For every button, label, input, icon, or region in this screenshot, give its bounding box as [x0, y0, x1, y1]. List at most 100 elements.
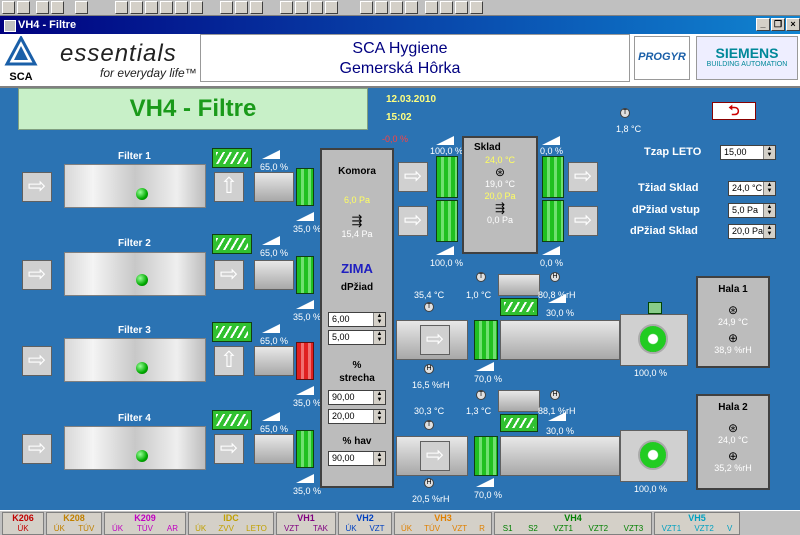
- minimize-button[interactable]: _: [756, 18, 770, 31]
- restore-button[interactable]: ❐: [771, 18, 785, 31]
- toolbar-button-25[interactable]: [455, 1, 468, 14]
- line1-rh-sensor-icon: H: [424, 364, 434, 374]
- spinner-arrows-icon[interactable]: ▲ ▼: [763, 146, 775, 159]
- nav-sub-button[interactable]: TAK: [313, 524, 328, 534]
- nav-sub-button[interactable]: VZT2: [589, 524, 609, 534]
- filter-4-top-damper[interactable]: [212, 410, 252, 430]
- toolbar-button-12[interactable]: [220, 1, 233, 14]
- toolbar-button-14[interactable]: [250, 1, 263, 14]
- nav-sub-button[interactable]: VZT: [369, 524, 384, 534]
- toolbar-button-18[interactable]: [325, 1, 338, 14]
- sklad-damper-right-bottom[interactable]: [542, 200, 564, 242]
- toolbar-button-22[interactable]: [405, 1, 418, 14]
- sklad-damper-left-bottom[interactable]: [436, 200, 458, 242]
- toolbar-button-20[interactable]: [375, 1, 388, 14]
- nav-sub-button[interactable]: TÚV: [78, 524, 94, 534]
- komora-dp1-spinner[interactable]: 6,00 ▲ ▼: [328, 312, 386, 327]
- nav-sub-button[interactable]: VZT1: [553, 524, 573, 534]
- nav-sub-button[interactable]: ÚK: [17, 524, 28, 534]
- komora-dp2-spinner[interactable]: 5,00 ▲ ▼: [328, 330, 386, 345]
- filter-2-status-icon: [136, 274, 148, 286]
- toolbar-button-10[interactable]: [175, 1, 188, 14]
- nav-group-title[interactable]: K209: [105, 513, 185, 524]
- back-button[interactable]: ⮌: [712, 102, 756, 120]
- nav-sub-button[interactable]: VZT: [284, 524, 299, 534]
- nav-sub-button[interactable]: ÚK: [401, 524, 412, 534]
- nav-group-title[interactable]: VH2: [339, 513, 391, 524]
- setting-4-spinner[interactable]: 20,0 Pa ▲ ▼: [728, 224, 776, 239]
- sklad-damper-left-top[interactable]: [436, 156, 458, 198]
- toolbar-button-24[interactable]: [440, 1, 453, 14]
- komora-roof2-spinner[interactable]: 20,00 ▲ ▼: [328, 409, 386, 424]
- toolbar-button-13[interactable]: [235, 1, 248, 14]
- toolbar-button-7[interactable]: [130, 1, 143, 14]
- toolbar-button-15[interactable]: [280, 1, 293, 14]
- komora-hav-spinner[interactable]: 90,00 ▲ ▼: [328, 451, 386, 466]
- filter-3-top-damper[interactable]: [212, 322, 252, 342]
- spinner-arrows-icon[interactable]: ▲ ▼: [373, 410, 385, 423]
- nav-sub-button[interactable]: ÚK: [112, 524, 123, 534]
- toolbar-button-6[interactable]: [115, 1, 128, 14]
- nav-sub-button[interactable]: AR: [167, 524, 178, 534]
- line1-filter-element: [474, 320, 498, 360]
- nav-sub-button[interactable]: V: [727, 524, 732, 534]
- nav-sub-button[interactable]: VZT: [452, 524, 467, 534]
- spinner-arrows-icon[interactable]: ▲ ▼: [763, 204, 775, 217]
- spinner-arrows-icon[interactable]: ▲ ▼: [763, 182, 775, 195]
- toolbar-button-9[interactable]: [160, 1, 173, 14]
- toolbar-button-26[interactable]: [470, 1, 483, 14]
- line2-top-damper[interactable]: [500, 414, 538, 432]
- nav-sub-button[interactable]: ÚK: [54, 524, 65, 534]
- setting-3-spinner[interactable]: 5,0 Pa ▲ ▼: [728, 203, 776, 218]
- spinner-arrows-icon[interactable]: ▲ ▼: [373, 391, 385, 404]
- filter-1-top-damper[interactable]: [212, 148, 252, 168]
- line1-top-damper[interactable]: [500, 298, 538, 316]
- spinner-arrows-icon[interactable]: ▲ ▼: [373, 452, 385, 465]
- nav-sub-button[interactable]: ÚK: [195, 524, 206, 534]
- toolbar-button-17[interactable]: [310, 1, 323, 14]
- nav-sub-button[interactable]: S2: [528, 524, 538, 534]
- nav-group-title[interactable]: VH5: [655, 513, 739, 524]
- sklad-right-top-gauge-icon: [542, 136, 560, 145]
- nav-sub-button[interactable]: VZT1: [662, 524, 682, 534]
- nav-group-title[interactable]: VH1: [277, 513, 335, 524]
- spinner-arrows-icon[interactable]: ▲ ▼: [763, 225, 775, 238]
- filter-2-top-damper[interactable]: [212, 234, 252, 254]
- close-button[interactable]: ×: [786, 18, 800, 31]
- nav-group-title[interactable]: K208: [47, 513, 101, 524]
- nav-group-title[interactable]: K206: [3, 513, 43, 524]
- toolbar-button-16[interactable]: [295, 1, 308, 14]
- toolbar-button-4[interactable]: [51, 1, 64, 14]
- nav-sub-button[interactable]: TÚV: [137, 524, 153, 534]
- setting-2-spinner[interactable]: 24,0 °C ▲ ▼: [728, 181, 776, 196]
- spinner-arrows-icon[interactable]: ▲ ▼: [373, 313, 385, 326]
- komora-roof-label-2: strecha: [339, 373, 375, 384]
- toolbar-button-2[interactable]: [17, 1, 30, 14]
- toolbar-button-11[interactable]: [190, 1, 203, 14]
- toolbar-button-3[interactable]: [36, 1, 49, 14]
- line1-fan-icon[interactable]: [638, 324, 668, 354]
- setting-1-spinner[interactable]: 15,00 ▲ ▼: [720, 145, 776, 160]
- komora-roof1-spinner[interactable]: 90,00 ▲ ▼: [328, 390, 386, 405]
- toolbar-button-23[interactable]: [425, 1, 438, 14]
- nav-sub-button[interactable]: R: [479, 524, 485, 534]
- nav-sub-button[interactable]: LETO: [246, 524, 267, 534]
- nav-sub-button[interactable]: ÚK: [345, 524, 356, 534]
- nav-group-title[interactable]: VH3: [395, 513, 491, 524]
- toolbar-button-1[interactable]: [2, 1, 15, 14]
- nav-sub-button[interactable]: TÚV: [424, 524, 440, 534]
- toolbar-button-21[interactable]: [390, 1, 403, 14]
- nav-sub-button[interactable]: VZT2: [694, 524, 714, 534]
- toolbar-button-8[interactable]: [145, 1, 158, 14]
- nav-sub-button[interactable]: ZVV: [218, 524, 234, 534]
- sklad-damper-right-top[interactable]: [542, 156, 564, 198]
- toolbar-button-5[interactable]: [75, 1, 88, 14]
- nav-group-title[interactable]: VH4: [495, 513, 651, 524]
- filter-3-pct-bottom: 35,0 %: [293, 398, 322, 408]
- line2-fan-icon[interactable]: [638, 440, 668, 470]
- spinner-arrows-icon[interactable]: ▲ ▼: [373, 331, 385, 344]
- toolbar-button-19[interactable]: [360, 1, 373, 14]
- nav-sub-button[interactable]: VZT3: [624, 524, 644, 534]
- nav-group-title[interactable]: IDC: [189, 513, 273, 524]
- nav-sub-button[interactable]: S1: [503, 524, 513, 534]
